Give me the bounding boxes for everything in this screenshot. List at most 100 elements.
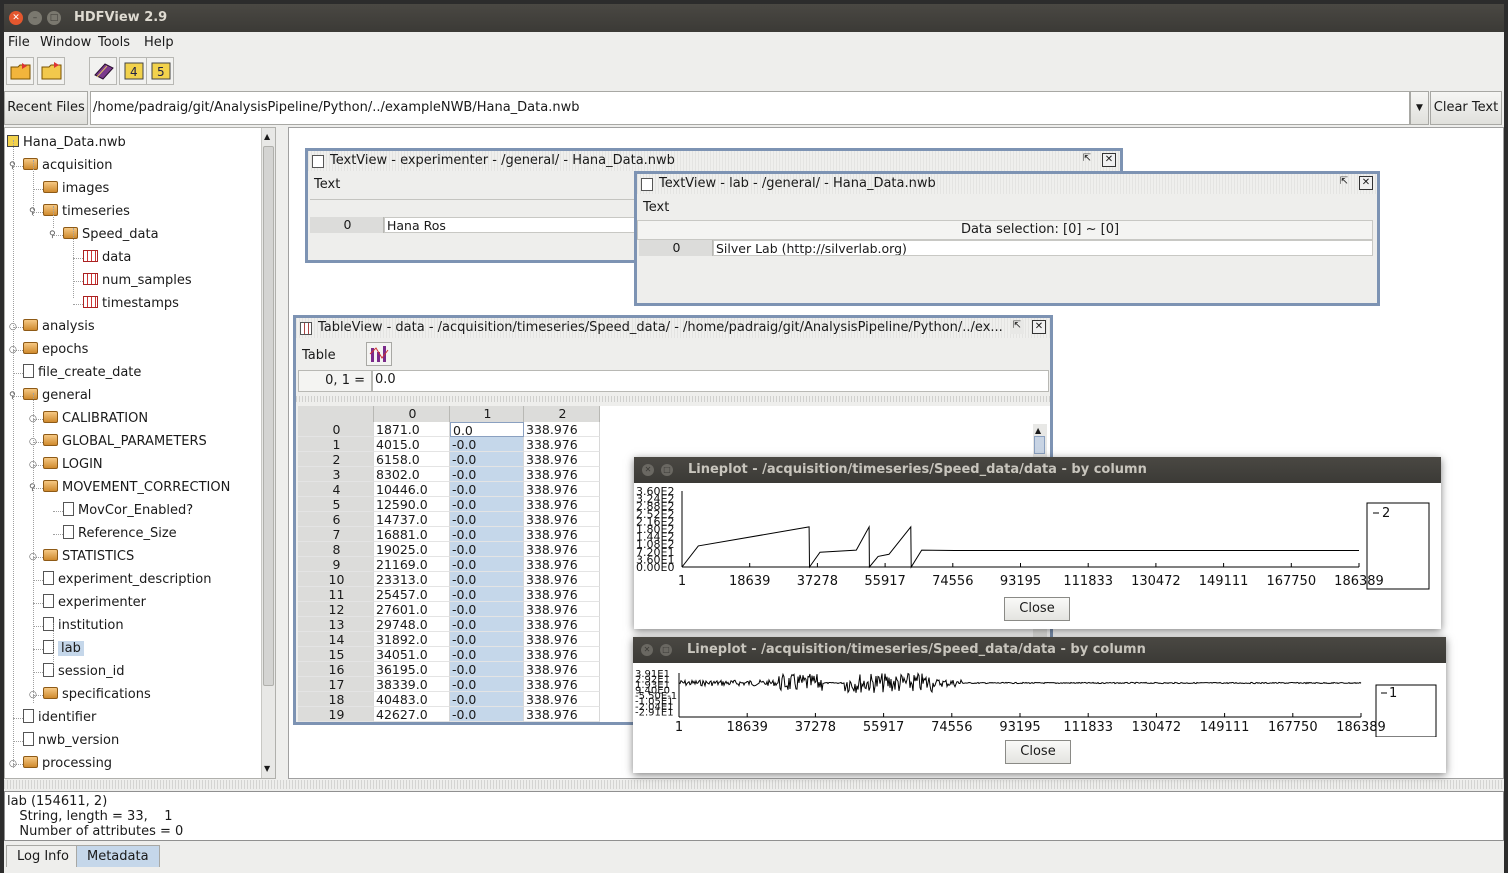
table-cell[interactable]: 40483.0 (374, 692, 450, 707)
table-cell[interactable]: -0.0 (450, 467, 524, 482)
table-cell[interactable]: 338.976 (524, 677, 600, 692)
plot-button[interactable] (366, 342, 392, 366)
recent-files-button[interactable]: Recent Files (4, 91, 88, 125)
tree-item-analysis[interactable]: analysis (23, 317, 95, 337)
table-cell[interactable]: 338.976 (524, 557, 600, 572)
window-maximize-icon[interactable]: □ (661, 464, 673, 476)
splitter[interactable] (4, 780, 1504, 789)
table-cell[interactable]: 338.976 (524, 587, 600, 602)
table-cell[interactable]: 31892.0 (374, 632, 450, 647)
table-cell[interactable]: 338.976 (524, 572, 600, 587)
table-cell[interactable]: -0.0 (450, 632, 524, 647)
table-cell[interactable]: 10446.0 (374, 482, 450, 497)
detach-icon[interactable]: ⇱ (1337, 176, 1351, 190)
open-file-button[interactable] (6, 57, 34, 85)
scroll-up-icon[interactable]: ▲ (1035, 426, 1041, 435)
detach-icon[interactable]: ⇱ (1010, 320, 1024, 334)
close-button[interactable]: Close (1004, 597, 1070, 621)
menu-tools[interactable]: Tools (98, 35, 130, 50)
table-cell[interactable]: -0.0 (450, 497, 524, 512)
table-cell[interactable]: 338.976 (524, 602, 600, 617)
table-cell[interactable]: 34051.0 (374, 647, 450, 662)
column-header[interactable]: 1 (450, 406, 524, 422)
experimenter-value[interactable]: Hana Ros (384, 217, 644, 233)
text-menu[interactable]: Text (314, 177, 340, 192)
tab-log-info[interactable]: Log Info (6, 845, 80, 867)
open-folder-button[interactable] (37, 57, 65, 85)
table-cell[interactable]: -0.0 (450, 482, 524, 497)
window-maximize-icon[interactable]: □ (660, 644, 672, 656)
tree-item-identifier[interactable]: identifier (23, 708, 96, 728)
table-cell[interactable]: 1871.0 (374, 422, 450, 437)
table-cell[interactable]: -0.0 (450, 707, 524, 722)
tree-item-images[interactable]: images (43, 179, 109, 199)
table-cell[interactable]: 338.976 (524, 452, 600, 467)
textview-lab-window[interactable]: TextView - lab - /general/ - Hana_Data.n… (634, 171, 1380, 306)
tree-item-institution[interactable]: institution (43, 616, 124, 636)
table-cell[interactable]: 338.976 (524, 512, 600, 527)
table-cell[interactable]: 338.976 (524, 542, 600, 557)
tree-item-calibration[interactable]: CALIBRATION (43, 409, 148, 429)
table-cell[interactable]: 0.0 (450, 422, 524, 437)
close-icon[interactable]: ✕ (1032, 320, 1046, 334)
window-minimize-icon[interactable]: – (28, 11, 42, 25)
table-cell[interactable]: 338.976 (524, 617, 600, 632)
path-dropdown-chevron-down-icon[interactable]: ▼ (1410, 91, 1429, 125)
tree-item-timestamps[interactable]: timestamps (83, 294, 179, 314)
tree-item-lab[interactable]: lab (43, 639, 84, 659)
tree-item-processing[interactable]: processing (23, 754, 112, 774)
tree-item-login[interactable]: LOGIN (43, 455, 103, 475)
tree-item-statistics[interactable]: STATISTICS (43, 547, 134, 567)
file-path-input[interactable]: /home/padraig/git/AnalysisPipeline/Pytho… (90, 91, 1410, 125)
table-cell[interactable]: -0.0 (450, 557, 524, 572)
tree-item-reference-size[interactable]: Reference_Size (63, 524, 177, 544)
scroll-up-icon[interactable]: ▲ (264, 132, 270, 141)
close-button[interactable]: Close (1005, 740, 1071, 764)
text-menu[interactable]: Text (643, 200, 669, 215)
table-cell[interactable]: 21169.0 (374, 557, 450, 572)
table-cell[interactable]: 338.976 (524, 632, 600, 647)
table-cell[interactable]: 12590.0 (374, 497, 450, 512)
table-cell[interactable]: 338.976 (524, 467, 600, 482)
tree-item-data[interactable]: data (83, 248, 131, 268)
table-cell[interactable]: 338.976 (524, 437, 600, 452)
table-cell[interactable]: 23313.0 (374, 572, 450, 587)
lab-value[interactable]: Silver Lab (http://silverlab.org) (713, 240, 1373, 256)
lineplot-window-1[interactable]: ✕ □ Lineplot - /acquisition/timeseries/S… (634, 457, 1441, 629)
window-close-icon[interactable]: ✕ (641, 644, 653, 656)
table-cell[interactable]: 14737.0 (374, 512, 450, 527)
table-cell[interactable]: -0.0 (450, 527, 524, 542)
menu-file[interactable]: File (8, 35, 30, 50)
table-cell[interactable]: -0.0 (450, 647, 524, 662)
table-cell[interactable]: 36195.0 (374, 662, 450, 677)
table-cell[interactable]: -0.0 (450, 572, 524, 587)
close-icon[interactable]: ✕ (1102, 153, 1116, 167)
tree-item-experimenter[interactable]: experimenter (43, 593, 146, 613)
table-cell[interactable]: 25457.0 (374, 587, 450, 602)
lineplot-window-2[interactable]: ✕ □ Lineplot - /acquisition/timeseries/S… (633, 637, 1446, 773)
table-cell[interactable]: 27601.0 (374, 602, 450, 617)
table-cell[interactable]: 338.976 (524, 527, 600, 542)
table-cell[interactable]: -0.0 (450, 692, 524, 707)
tab-metadata[interactable]: Metadata (76, 845, 160, 867)
table-cell[interactable]: 42627.0 (374, 707, 450, 722)
tree-item-num-samples[interactable]: num_samples (83, 271, 192, 291)
menu-help[interactable]: Help (144, 35, 174, 50)
tree-item-epochs[interactable]: epochs (23, 340, 88, 360)
table-cell[interactable]: 338.976 (524, 482, 600, 497)
table-cell[interactable]: 338.976 (524, 422, 600, 437)
tree-item-global-parameters[interactable]: GLOBAL_PARAMETERS (43, 432, 207, 452)
scroll-down-icon[interactable]: ▼ (264, 764, 270, 773)
table-cell[interactable]: -0.0 (450, 662, 524, 677)
window-close-icon[interactable]: ✕ (9, 11, 23, 25)
table-cell[interactable]: 29748.0 (374, 617, 450, 632)
table-cell[interactable]: 338.976 (524, 662, 600, 677)
table-cell[interactable]: 4015.0 (374, 437, 450, 452)
table-cell[interactable]: -0.0 (450, 542, 524, 557)
column-header[interactable]: 2 (524, 406, 600, 422)
tree-item-timeseries[interactable]: timeseries (43, 202, 130, 222)
table-cell[interactable]: 16881.0 (374, 527, 450, 542)
window-close-icon[interactable]: ✕ (642, 464, 654, 476)
table-cell[interactable]: -0.0 (450, 602, 524, 617)
table-cell[interactable]: -0.0 (450, 677, 524, 692)
